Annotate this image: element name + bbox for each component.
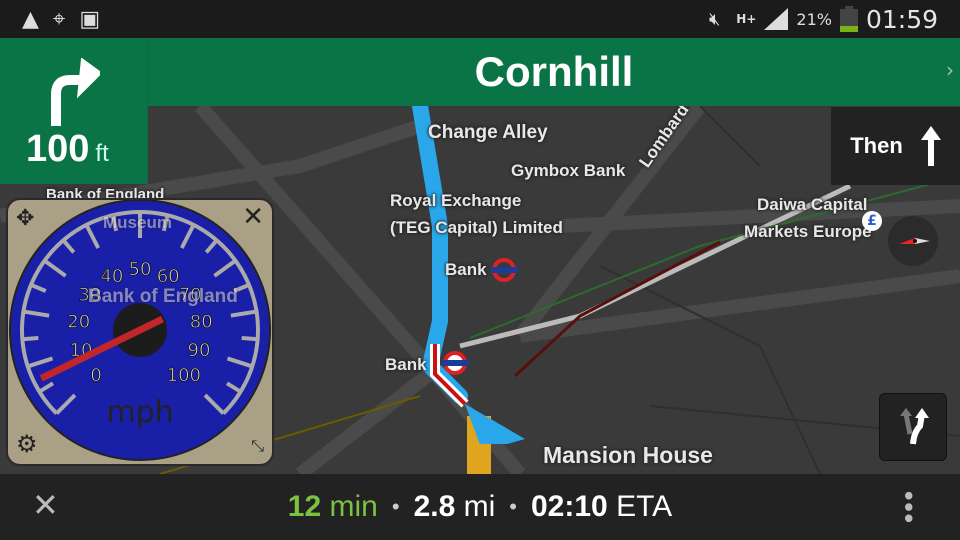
- gauge-tick: [22, 336, 39, 342]
- then-panel: Then: [831, 107, 960, 185]
- map-label: Gymbox Bank: [511, 161, 626, 180]
- gauge-tick-label: 80: [190, 311, 213, 332]
- compass-icon: [899, 238, 930, 244]
- gauge-tick-label: 90: [188, 340, 211, 361]
- gauge-tick: [241, 336, 258, 342]
- settings-icon[interactable]: ⚙: [16, 430, 38, 458]
- map-label: Markets Europe: [744, 222, 872, 241]
- trip-bar: ✕ 12 min • 2.8 mi • 02:10 ETA •••: [0, 474, 960, 540]
- battery-icon: [839, 6, 858, 32]
- arrow-up-icon: [920, 126, 941, 166]
- gps-icon: ⌖: [52, 6, 66, 32]
- turn-right-icon: [51, 58, 100, 126]
- trip-distance-value: 2.8: [413, 490, 456, 523]
- separator: •: [509, 494, 517, 519]
- gauge-tick-label: 100: [167, 365, 201, 386]
- mute-icon: 🔇︎: [708, 8, 721, 30]
- map-label: Bank: [445, 260, 487, 279]
- map-label: Mansion House: [543, 442, 713, 468]
- eta-label: ETA: [616, 490, 673, 523]
- resize-icon[interactable]: ⤡: [251, 436, 264, 456]
- map-label: (TEG Capital) Limited: [390, 218, 563, 237]
- tube-station-icon: [491, 258, 518, 282]
- separator: •: [391, 494, 400, 519]
- distance-to-turn: 100 ft: [26, 128, 109, 171]
- battery-percent: 21%: [796, 9, 832, 29]
- map-label: Bank of England: [88, 286, 238, 307]
- eta-value: 02:10: [530, 490, 608, 523]
- gauge-tick-label: 50: [129, 259, 152, 280]
- distance-unit: ft: [95, 140, 109, 167]
- gauge-unit: mph: [106, 395, 173, 430]
- street-name: Cornhill: [474, 48, 634, 95]
- map-label: Change Alley: [428, 122, 548, 143]
- compass-button[interactable]: [888, 216, 938, 266]
- bank-icon: £: [862, 211, 882, 231]
- lane-fork-icon: [900, 408, 929, 445]
- then-label: Then: [850, 133, 903, 158]
- chevron-right-icon[interactable]: ›: [946, 58, 954, 82]
- gauge-tick-label: 20: [67, 311, 90, 332]
- move-icon[interactable]: ✥: [16, 206, 34, 231]
- gauge-tick-label: 0: [90, 365, 101, 386]
- trip-time-unit: min: [329, 490, 378, 523]
- gauge-tick-label: 40: [100, 266, 123, 287]
- lane-guidance-button[interactable]: [879, 393, 947, 461]
- map-label: Bank: [385, 355, 427, 374]
- navigation-arrow-icon: ▲: [22, 6, 39, 32]
- maneuver-panel[interactable]: 100 ft: [0, 38, 148, 184]
- trip-time: 12 min: [288, 490, 378, 524]
- current-location-arrow-icon: [430, 344, 525, 444]
- map-label: Royal Exchange: [390, 191, 522, 210]
- map-label: Daiwa Capital: [757, 195, 868, 214]
- clock: 01:59: [865, 4, 938, 34]
- more-options-icon[interactable]: •••: [892, 488, 922, 522]
- gauge-tick-label: 60: [157, 266, 180, 287]
- trip-distance-unit: mi: [463, 490, 496, 523]
- signal-icon: [764, 8, 789, 30]
- speedometer-gauge: 010203040 50 60708090100mph: [9, 199, 271, 461]
- speedometer-widget[interactable]: 0 10 20 30 40 50 60 70 80 90 100 mph ✥ ✕ ⚙ ⤡: [6, 198, 274, 466]
- close-icon[interactable]: ✕: [242, 202, 264, 232]
- network-type: H+: [736, 12, 757, 26]
- distance-value: 100: [26, 128, 90, 170]
- trip-eta: 02:10 ETA: [531, 490, 672, 524]
- trip-distance: 2.8 mi: [414, 490, 496, 524]
- trip-time-value: 12: [287, 490, 322, 523]
- image-icon: ▣: [79, 6, 101, 32]
- trip-summary[interactable]: 12 min • 2.8 mi • 02:10 ETA: [0, 474, 960, 540]
- map-label: Museum: [103, 213, 172, 232]
- status-bar: ▲ ⌖ ▣ 🔇︎ H+ 21% 01:59: [0, 0, 960, 38]
